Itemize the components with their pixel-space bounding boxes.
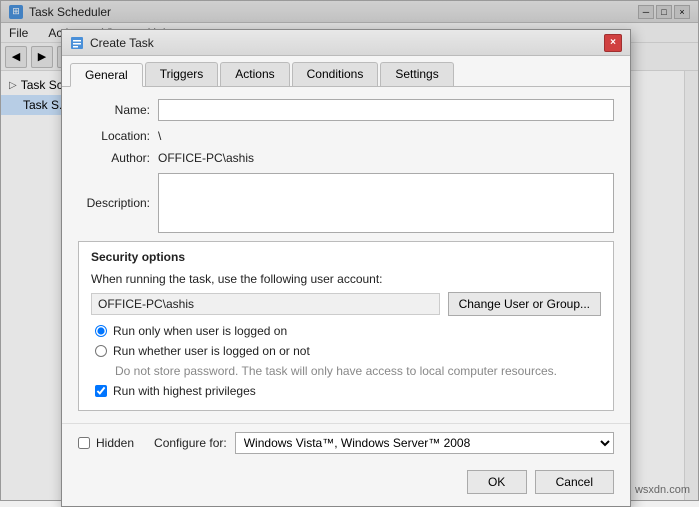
dialog-form-content: Name: Location: \ Author: OFFICE-PC\ashi… bbox=[62, 87, 630, 423]
change-user-button[interactable]: Change User or Group... bbox=[448, 292, 601, 316]
description-label: Description: bbox=[78, 196, 158, 210]
dialog-title-bar: Create Task × bbox=[62, 30, 630, 56]
ok-button[interactable]: OK bbox=[467, 470, 527, 494]
radio-not-logged-on[interactable] bbox=[95, 345, 107, 357]
when-running-label: When running the task, use the following… bbox=[91, 272, 601, 286]
name-input[interactable] bbox=[158, 99, 614, 121]
dialog-title-text: Create Task bbox=[90, 36, 154, 50]
name-label: Name: bbox=[78, 103, 158, 117]
configure-row: Hidden Configure for: Windows Vista™, Wi… bbox=[62, 423, 630, 462]
dialog-icon bbox=[70, 36, 84, 50]
configure-select[interactable]: Windows Vista™, Windows Server™ 2008 Win… bbox=[235, 432, 614, 454]
task-scheduler-window: ⊞ Task Scheduler ─ □ × File Action View … bbox=[0, 0, 699, 501]
create-task-dialog: Create Task × General Triggers Actions C… bbox=[61, 29, 631, 507]
security-group-title: Security options bbox=[91, 250, 601, 264]
hidden-checkbox-row: Hidden bbox=[78, 436, 134, 450]
author-row: Author: OFFICE-PC\ashis bbox=[78, 151, 614, 165]
dialog-title-left: Create Task bbox=[70, 36, 154, 50]
description-textarea[interactable] bbox=[158, 173, 614, 233]
highest-privileges-row: Run with highest privileges bbox=[91, 384, 601, 398]
store-password-note: Do not store password. The task will onl… bbox=[91, 364, 601, 378]
radio-logged-on-label: Run only when user is logged on bbox=[113, 324, 287, 338]
configure-for-label: Configure for: bbox=[154, 436, 227, 450]
author-value: OFFICE-PC\ashis bbox=[158, 151, 254, 165]
location-row: Location: \ bbox=[78, 129, 614, 143]
dialog-close-button[interactable]: × bbox=[604, 34, 622, 52]
tab-settings[interactable]: Settings bbox=[380, 62, 453, 86]
user-account-row: OFFICE-PC\ashis Change User or Group... bbox=[91, 292, 601, 316]
hidden-checkbox[interactable] bbox=[78, 437, 90, 449]
radio-logged-on-row: Run only when user is logged on bbox=[91, 324, 601, 338]
tab-conditions[interactable]: Conditions bbox=[292, 62, 379, 86]
security-options-group: Security options When running the task, … bbox=[78, 241, 614, 411]
user-account-display: OFFICE-PC\ashis bbox=[91, 293, 440, 315]
hidden-label: Hidden bbox=[96, 436, 134, 450]
dialog-footer: OK Cancel bbox=[62, 462, 630, 506]
author-label: Author: bbox=[78, 151, 158, 165]
tab-actions[interactable]: Actions bbox=[220, 62, 289, 86]
tab-triggers[interactable]: Triggers bbox=[145, 62, 219, 86]
location-label: Location: bbox=[78, 129, 158, 143]
description-row: Description: bbox=[78, 173, 614, 233]
highest-privileges-checkbox[interactable] bbox=[95, 385, 107, 397]
radio-not-logged-on-row: Run whether user is logged on or not bbox=[91, 344, 601, 358]
radio-logged-on[interactable] bbox=[95, 325, 107, 337]
tab-general[interactable]: General bbox=[70, 63, 143, 87]
highest-privileges-label: Run with highest privileges bbox=[113, 384, 256, 398]
name-row: Name: bbox=[78, 99, 614, 121]
watermark: wsxdn.com bbox=[635, 484, 690, 496]
tabs-bar: General Triggers Actions Conditions Sett… bbox=[62, 56, 630, 87]
cancel-button[interactable]: Cancel bbox=[535, 470, 614, 494]
radio-not-logged-on-label: Run whether user is logged on or not bbox=[113, 344, 310, 358]
location-value: \ bbox=[158, 129, 161, 143]
